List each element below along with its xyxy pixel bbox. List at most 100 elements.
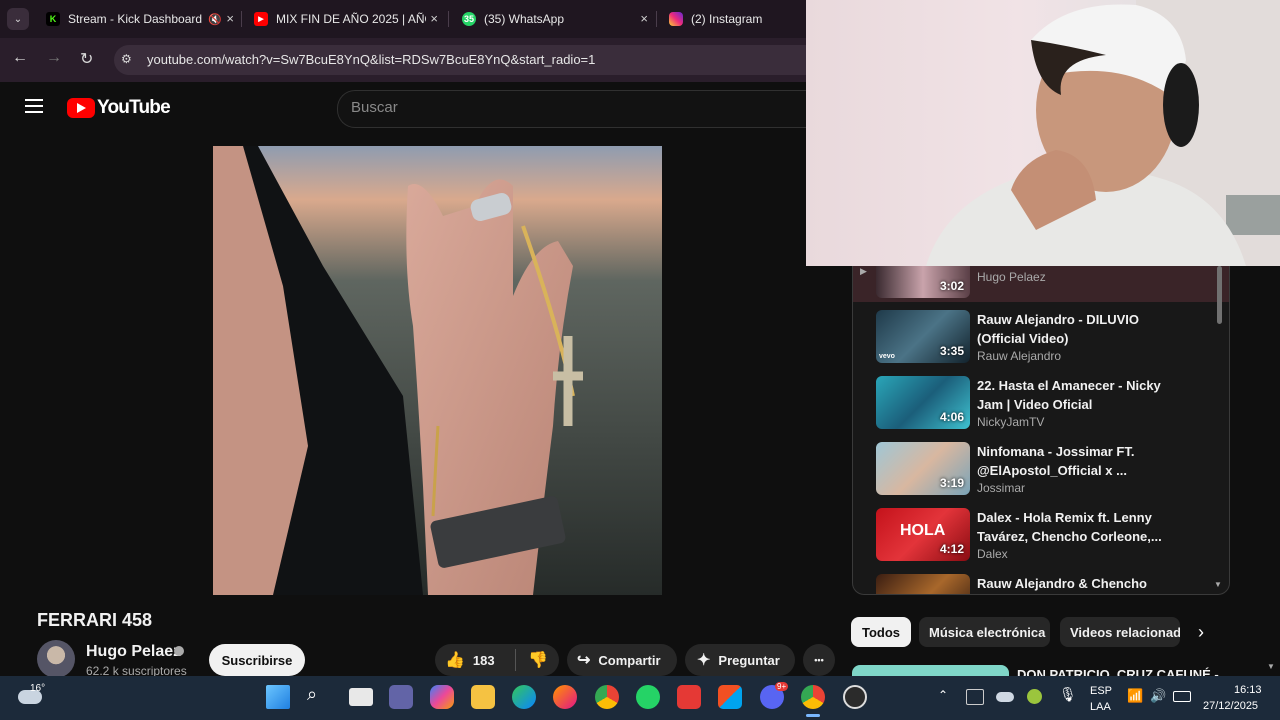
microphone-icon[interactable]: 🎙 [1059, 686, 1077, 703]
like-count: 183 [472, 652, 495, 668]
playlist-panel: ▶ 3:02 Hugo Pelaez vevo 3:35 Rauw Alejan… [852, 266, 1230, 595]
start-icon[interactable] [266, 685, 290, 709]
tab-label: (2) Instagram [691, 12, 763, 26]
edge-icon[interactable] [512, 685, 536, 709]
language-code[interactable]: ESP [1090, 685, 1112, 697]
webcam-overlay [806, 0, 1280, 266]
playlist-item[interactable]: 4:06 22. Hasta el Amanecer - Nicky Jam |… [853, 372, 1229, 436]
chevron-right-icon[interactable]: › [1198, 622, 1204, 643]
tab-whatsapp[interactable]: 35 (35) WhatsApp × [462, 6, 648, 32]
url-text: youtube.com/watch?v=Sw7BcuE8YnQ&list=RDS… [147, 52, 596, 67]
teams-icon[interactable] [389, 685, 413, 709]
tab-list-button[interactable]: ⌄ [7, 8, 29, 30]
playlist-item[interactable]: 3:19 Ninfomana - Jossimar FT. @ElApostol… [853, 438, 1229, 502]
active-indicator [806, 714, 820, 717]
tab-label: Stream - Kick Dashboard [68, 12, 203, 26]
playlist-item[interactable]: Rauw Alejandro & Chencho Corleone - El E… [853, 570, 1229, 594]
task-view-icon[interactable] [349, 688, 373, 706]
vevo-badge: vevo [879, 353, 895, 360]
whatsapp-icon[interactable] [636, 685, 660, 709]
search-placeholder: Buscar [351, 99, 398, 116]
close-icon[interactable]: × [640, 11, 648, 26]
tab-instagram[interactable]: (2) Instagram [669, 6, 806, 32]
channel-name: Hugo Pelaez [977, 270, 1046, 284]
volume-icon[interactable]: 🔊 [1150, 688, 1166, 704]
wifi-icon[interactable]: 📶 [1127, 688, 1143, 704]
chip-related-videos[interactable]: Videos relacionados [1060, 617, 1180, 647]
share-button[interactable]: ↪ Compartir [567, 644, 677, 676]
search-input[interactable] [337, 90, 807, 128]
share-label: Compartir [598, 652, 661, 668]
chip-all[interactable]: Todos [851, 617, 911, 647]
playlist-item[interactable]: HOLA 4:12 Dalex - Hola Remix ft. Lenny T… [853, 504, 1229, 568]
chrome-active-icon[interactable] [801, 685, 825, 709]
obs-icon[interactable] [843, 685, 867, 709]
ask-label: Preguntar [718, 652, 780, 668]
subscribe-button[interactable]: Suscribirse [209, 644, 305, 676]
clock-time[interactable]: 16:13 [1234, 684, 1262, 696]
like-button[interactable]: 👍 183 [435, 650, 515, 670]
ask-button[interactable]: ✦ Preguntar [685, 644, 795, 676]
webcam-image [926, 0, 1280, 266]
tab-youtube-mix[interactable]: ▶ MIX FIN DE AÑO 2025 | AÑO × [254, 6, 438, 32]
duration-label: 3:19 [939, 476, 964, 490]
video-thumbnail: 4:06 [876, 376, 970, 429]
search-icon[interactable]: ⌕ [307, 684, 317, 705]
forward-icon[interactable]: → [46, 49, 62, 67]
chip-electronic-music[interactable]: Música electrónica [919, 617, 1050, 647]
back-icon[interactable]: ← [12, 49, 28, 67]
duration-label: 4:06 [939, 410, 964, 424]
tab-label: MIX FIN DE AÑO 2025 | AÑO [276, 12, 434, 26]
tray-expand-icon[interactable]: ⌃ [938, 688, 948, 702]
firefox-icon[interactable] [553, 685, 577, 709]
site-info-icon[interactable]: ⚙ [121, 52, 132, 66]
now-playing-icon: ▶ [860, 266, 867, 276]
video-thumbnail: 3:19 [876, 442, 970, 495]
onedrive-icon[interactable] [996, 692, 1014, 702]
tab-kick-dashboard[interactable]: K Stream - Kick Dashboard 🔇 × [46, 6, 234, 32]
playlist-item-current[interactable]: ▶ 3:02 Hugo Pelaez [853, 266, 1229, 302]
next-video-thumbnail[interactable] [852, 665, 1009, 676]
video-title: Rauw Alejandro - DILUVIO (Official Video… [977, 312, 1140, 346]
tab-separator [448, 11, 449, 27]
video-title: Ninfomana - Jossimar FT. @ElApostol_Offi… [977, 444, 1135, 478]
tray-app-icon[interactable] [1027, 689, 1042, 704]
playlist-scrollbar[interactable] [1217, 266, 1222, 324]
close-icon[interactable]: × [226, 11, 234, 26]
copilot-icon[interactable] [430, 685, 454, 709]
youtube-icon: ▶ [254, 12, 268, 26]
keyboard-layout[interactable]: LAA [1090, 701, 1111, 713]
file-explorer-icon[interactable] [471, 685, 495, 709]
video-title: 22. Hasta el Amanecer - Nicky Jam | Vide… [977, 378, 1161, 412]
microsoft-store-icon[interactable] [718, 685, 742, 709]
duration-label: 4:12 [939, 542, 964, 556]
like-dislike-group: 👍 183 👎 [435, 644, 559, 676]
video-title: FERRARI 458 [37, 610, 153, 630]
reload-icon[interactable]: ↻ [80, 49, 93, 69]
dislike-button[interactable]: 👎 [516, 650, 548, 670]
video-player[interactable] [213, 146, 662, 595]
more-actions-button[interactable]: ••• [803, 644, 835, 676]
scroll-down-icon[interactable]: ▼ [1267, 662, 1275, 671]
thumbs-down-icon: 👎 [528, 652, 548, 669]
wps-office-icon[interactable] [677, 685, 701, 709]
channel-name: NickyJamTV [977, 415, 1045, 429]
video-thumbnail: 3:02 [876, 266, 970, 298]
channel-name[interactable]: Hugo Pelaez [86, 643, 181, 661]
tray-app-icon[interactable] [966, 689, 984, 705]
youtube-logo-text: YouTube [97, 97, 171, 118]
close-icon[interactable]: × [426, 11, 438, 26]
playlist-item[interactable]: vevo 3:35 Rauw Alejandro - DILUVIO (Offi… [853, 306, 1229, 370]
clock-date[interactable]: 27/12/2025 [1203, 700, 1258, 712]
next-video-title[interactable]: DON PATRICIO, CRUZ CAFUNÉ - [1017, 667, 1219, 676]
channel-name: Dalex [977, 547, 1008, 561]
whatsapp-icon: 35 [462, 12, 476, 26]
menu-icon[interactable] [25, 99, 43, 113]
chrome-icon[interactable] [595, 685, 619, 709]
share-icon: ↪ [577, 652, 591, 669]
channel-avatar[interactable] [37, 640, 75, 678]
video-title: Rauw Alejandro & Chencho Corleone - El E… [977, 576, 1147, 591]
battery-icon[interactable] [1173, 691, 1191, 702]
video-thumbnail: HOLA 4:12 [876, 508, 970, 561]
scroll-down-icon[interactable]: ▼ [1214, 580, 1222, 589]
